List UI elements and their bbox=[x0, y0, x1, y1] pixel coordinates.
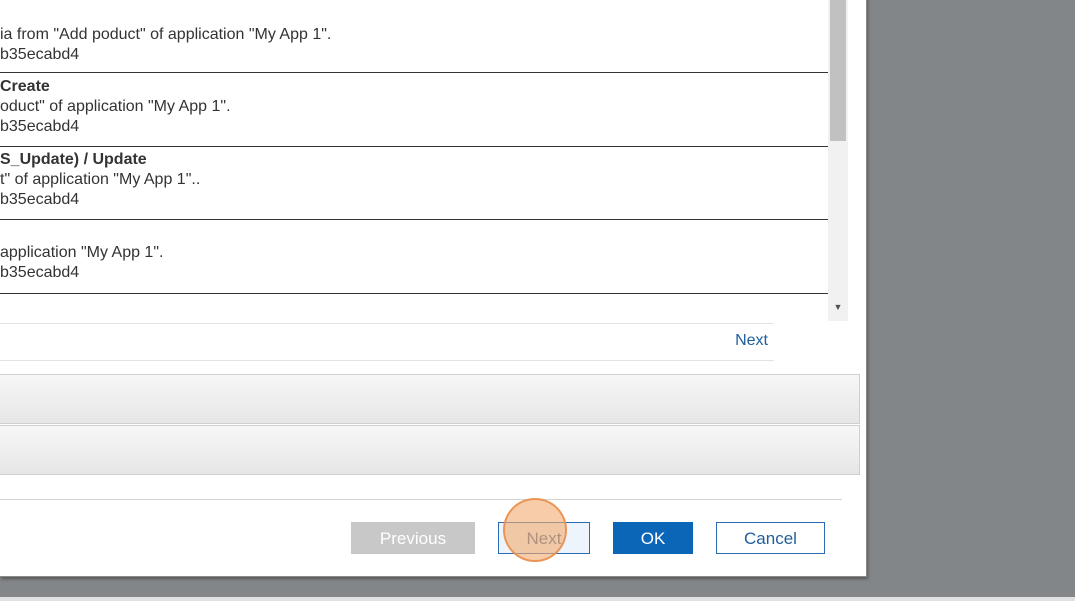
footer-divider bbox=[0, 499, 842, 500]
dialog-window: ia from "Add poduct" of application "My … bbox=[0, 0, 867, 577]
list-item-id: b35ecabd4 bbox=[0, 191, 80, 208]
scroll-down-arrow-icon[interactable]: ▼ bbox=[828, 299, 848, 315]
pagination-bar: Next bbox=[0, 323, 774, 361]
click-highlight-marker bbox=[503, 498, 567, 562]
list-item[interactable]: application "My App 1". b35ecabd4 bbox=[0, 220, 828, 294]
previous-button[interactable]: Previous bbox=[351, 522, 475, 554]
list-item-id: b35ecabd4 bbox=[0, 118, 80, 135]
collapsed-section-1[interactable] bbox=[0, 374, 860, 424]
ok-button[interactable]: OK bbox=[613, 522, 693, 554]
list-item-description: application "My App 1". bbox=[0, 244, 164, 261]
pager-next-link[interactable]: Next bbox=[735, 332, 768, 350]
list-item[interactable]: Create oduct" of application "My App 1".… bbox=[0, 73, 828, 147]
cancel-button[interactable]: Cancel bbox=[716, 522, 825, 554]
list-scrollbar[interactable]: ▼ bbox=[828, 0, 848, 321]
list-item-id: b35ecabd4 bbox=[0, 264, 80, 281]
list-item-description: t" of application "My App 1".. bbox=[0, 171, 201, 188]
list-item-title: S_Update) / Update bbox=[0, 151, 147, 168]
list-item[interactable]: ia from "Add poduct" of application "My … bbox=[0, 0, 828, 73]
list-item-id: b35ecabd4 bbox=[0, 46, 80, 63]
list-item-title: Create bbox=[0, 78, 50, 95]
results-list: ia from "Add poduct" of application "My … bbox=[0, 0, 848, 322]
scrollbar-thumb[interactable] bbox=[830, 0, 846, 141]
desktop-strip bbox=[0, 597, 1075, 601]
list-item-description: ia from "Add poduct" of application "My … bbox=[0, 26, 332, 43]
list-item-description: oduct" of application "My App 1". bbox=[0, 98, 231, 115]
list-item[interactable]: S_Update) / Update t" of application "My… bbox=[0, 147, 828, 220]
collapsed-section-2[interactable] bbox=[0, 425, 860, 475]
